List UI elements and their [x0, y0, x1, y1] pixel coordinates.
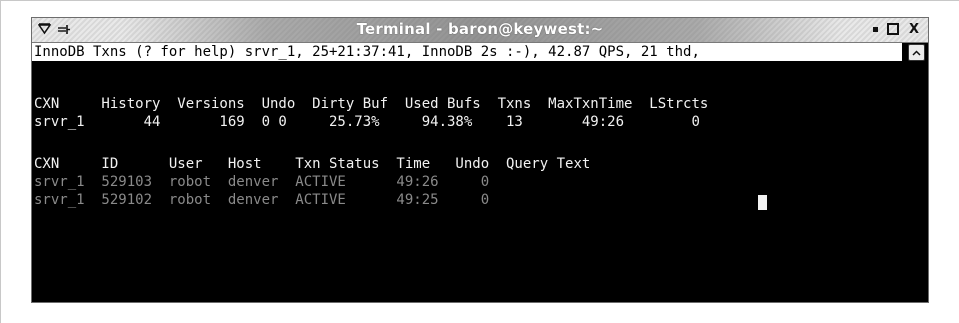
maximize-icon[interactable]	[885, 21, 901, 37]
table2-header: CXN ID User Host Txn Status Time Undo Qu…	[34, 156, 591, 172]
page-left-rule	[0, 0, 1, 323]
terminal-window: Terminal - baron@keywest:~ X InnoDB Txns…	[31, 17, 929, 303]
status-line: InnoDB Txns (? for help) srvr_1, 25+21:3…	[32, 43, 902, 61]
table1-row: srvr_1 44 169 0 0 25.73% 94.38% 13 49:26…	[34, 114, 700, 130]
table2-row: srvr_1 529103 robot denver ACTIVE 49:26 …	[34, 174, 490, 190]
minimize-icon[interactable]	[867, 21, 883, 37]
close-icon[interactable]: X	[906, 21, 922, 37]
title-bar[interactable]: Terminal - baron@keywest:~ X	[32, 18, 928, 43]
terminal-output[interactable]: InnoDB Txns (? for help) srvr_1, 25+21:3…	[32, 43, 928, 302]
page-top-rule	[0, 0, 959, 1]
text-cursor	[758, 195, 767, 210]
table1-header: CXN History Versions Undo Dirty Buf Used…	[34, 96, 709, 112]
table2-row: srvr_1 529102 robot denver ACTIVE 49:25 …	[34, 192, 490, 208]
scroll-up-button[interactable]	[908, 44, 925, 61]
window-title: Terminal - baron@keywest:~	[356, 20, 604, 38]
chevron-up-icon	[912, 49, 921, 56]
